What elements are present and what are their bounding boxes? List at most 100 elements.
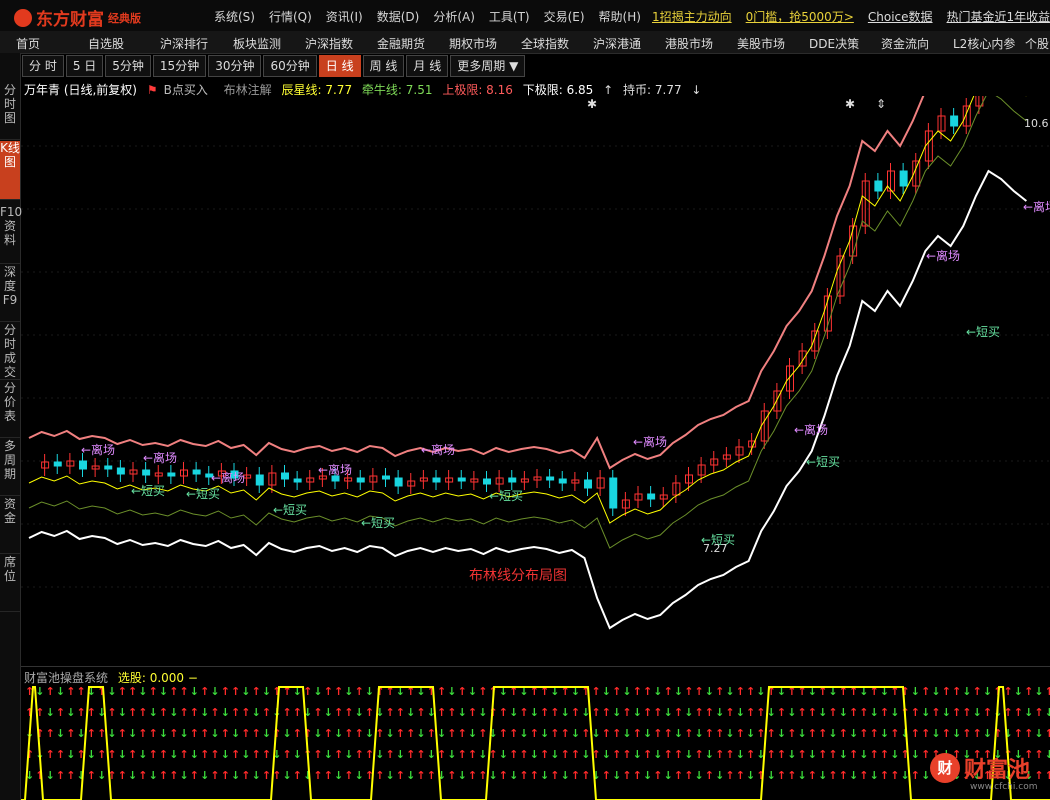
down-arrow-icon: ↓ — [35, 685, 44, 698]
signal-arrows: ↑↑↓↑↓↓↑↑↓↑↑↓↑↑↓↓↑↓↑↑↑↓↑↓↑↑↑↓↑↓↓↑↑↓↑↑↓↑↑↓… — [25, 685, 1050, 782]
side-tab-multi-period[interactable]: 多周期 — [0, 439, 20, 496]
down-arrow-icon: ↓ — [509, 706, 518, 719]
down-arrow-icon: ↓ — [1034, 727, 1043, 740]
menu-tools[interactable]: 工具(T) — [489, 8, 530, 25]
menu-data[interactable]: 数据(D) — [377, 8, 420, 25]
nav-capital-flow[interactable]: 资金流向 — [881, 35, 929, 52]
nav-hk-connect[interactable]: 沪深港通 — [593, 35, 641, 52]
nav-hk-market[interactable]: 港股市场 — [665, 35, 713, 52]
candle-body — [255, 474, 264, 486]
up-arrow-icon: ↑ — [674, 748, 683, 761]
bollinger-lines — [28, 96, 1027, 630]
side-tab-label: 资金 — [3, 497, 16, 525]
menu-trade[interactable]: 交易(E) — [544, 8, 585, 25]
promo-link-1[interactable]: 1招揭主力动向 — [652, 8, 732, 25]
nav-l2[interactable]: L2核心内参 — [953, 35, 1015, 52]
period-tab-week[interactable]: 周 线 — [362, 55, 405, 77]
nav-us-market[interactable]: 美股市场 — [737, 35, 785, 52]
up-arrow-icon: ↑ — [777, 748, 786, 761]
menu-system[interactable]: 系统(S) — [214, 8, 255, 25]
period-tab-timeshare[interactable]: 分 时 — [22, 55, 64, 77]
up-arrow-icon: ↑ — [530, 727, 539, 740]
nav-global[interactable]: 全球指数 — [521, 35, 569, 52]
promo-link-4[interactable]: 热门基金近1年收益率超86 — [947, 8, 1050, 25]
period-tab-more[interactable]: 更多周期 ▼ — [450, 55, 526, 77]
period-tab-day[interactable]: 日 线 — [318, 55, 361, 77]
period-tab-5day[interactable]: 5 日 — [65, 55, 104, 77]
down-arrow-icon: ↓ — [210, 727, 219, 740]
app-logo[interactable]: 东方财富 经典版 — [14, 5, 141, 30]
nav-futures[interactable]: 金融期货 — [377, 35, 425, 52]
up-arrow-icon: ↑ — [375, 769, 384, 782]
up-arrow-icon: ↑ — [767, 748, 776, 761]
nav-options[interactable]: 期权市场 — [449, 35, 497, 52]
nav-dde[interactable]: DDE决策 — [809, 35, 859, 52]
up-arrow-icon: ↑ — [159, 769, 168, 782]
up-arrow-icon: ↑ — [880, 769, 889, 782]
up-arrow-icon: ↑ — [118, 727, 127, 740]
up-arrow-icon: ↑ — [478, 727, 487, 740]
down-arrow-icon: ↓ — [962, 685, 971, 698]
down-arrow-icon: ↓ — [107, 727, 116, 740]
boll-note[interactable]: 布林注解 — [224, 83, 272, 97]
menu-quote[interactable]: 行情(Q) — [269, 8, 312, 25]
candle-body — [382, 475, 390, 480]
candle-body — [647, 493, 656, 500]
down-arrow-icon: ↓ — [489, 769, 498, 782]
period-tab-30min[interactable]: 30分钟 — [208, 55, 262, 77]
menu-analysis[interactable]: 分析(A) — [433, 8, 475, 25]
up-arrow-icon: ↑ — [128, 748, 137, 761]
candle-body — [457, 477, 466, 482]
down-arrow-icon: ↓ — [66, 748, 75, 761]
promo-link-2[interactable]: 0门槛，抢5000万> — [746, 8, 854, 25]
down-arrow-icon: ↓ — [221, 706, 230, 719]
promo-link-3[interactable]: Choice数据 — [868, 8, 933, 25]
nav-watchlist[interactable]: 自选股 — [88, 35, 124, 52]
leave-signal-label: ←离场 — [318, 462, 352, 477]
side-tab-trades[interactable]: 分时成交 — [0, 323, 20, 380]
side-tab-capital[interactable]: 资金 — [0, 497, 20, 554]
up-arrow-icon: ↑ — [386, 748, 395, 761]
down-arrow-icon: ↓ — [911, 748, 920, 761]
nav-sector[interactable]: 板块监测 — [233, 35, 281, 52]
nav-index[interactable]: 沪深指数 — [305, 35, 353, 52]
high-price-label: 10.6 — [1024, 117, 1049, 130]
up-arrow-icon: ↑ — [169, 727, 178, 740]
up-arrow-icon: ↑ — [221, 685, 230, 698]
chevron-down-icon: ▼ — [509, 59, 519, 73]
menu-help[interactable]: 帮助(H) — [599, 8, 641, 25]
up-arrow-icon: ↑ — [1034, 748, 1043, 761]
period-tab-15min[interactable]: 15分钟 — [152, 55, 207, 77]
down-arrow-icon: ↓ — [581, 748, 590, 761]
side-tab-f10[interactable]: F10资料 — [0, 205, 22, 264]
up-arrow-icon: ↑ — [808, 769, 817, 782]
down-arrow-icon: ↓ — [643, 769, 652, 782]
up-arrow-icon: ↑ — [973, 685, 982, 698]
up-arrow-icon: ↑ — [602, 727, 611, 740]
nav-home[interactable]: 首页 — [16, 35, 40, 52]
down-arrow-icon: ↓ — [602, 685, 611, 698]
side-tab-kline[interactable]: K线图 — [0, 141, 20, 200]
up-arrow-icon: ↑ — [406, 727, 415, 740]
period-tab-month[interactable]: 月 线 — [406, 55, 449, 77]
nav-stock[interactable]: 个股 — [1025, 35, 1049, 52]
kline-chart[interactable]: ←离场 ←离场 ←离场 ←离场 ←离场 ←离场 ←离场 ←离场 ←离场 ←短买 ←短买 ←短买 ←短买 ←… — [21, 96, 1050, 666]
side-tab-price-table[interactable]: 分价表 — [0, 381, 20, 438]
side-tab-seats[interactable]: 席位 — [0, 555, 20, 612]
up-arrow-icon: ↑ — [839, 769, 848, 782]
down-arrow-icon: ↓ — [983, 727, 992, 740]
period-tab-5min[interactable]: 5分钟 — [105, 55, 151, 77]
up-arrow-icon: ↑ — [1034, 769, 1043, 782]
side-tab-label: 深度F9 — [2, 265, 18, 307]
side-tab-f9[interactable]: 深度F9 — [0, 265, 20, 322]
down-arrow-icon: ↓ — [46, 769, 55, 782]
side-tab-timeshare[interactable]: 分时图 — [0, 83, 20, 140]
up-arrow-icon: ↑ — [35, 769, 44, 782]
nav-ranking[interactable]: 沪深排行 — [160, 35, 208, 52]
period-tab-60min[interactable]: 60分钟 — [263, 55, 317, 77]
up-arrow-icon: ↑ — [725, 706, 734, 719]
up-arrow-icon: ↑ — [138, 727, 147, 740]
down-arrow-icon: ↓ — [911, 685, 920, 698]
menu-info[interactable]: 资讯(I) — [326, 8, 363, 25]
up-arrow-icon: ↑ — [66, 685, 75, 698]
